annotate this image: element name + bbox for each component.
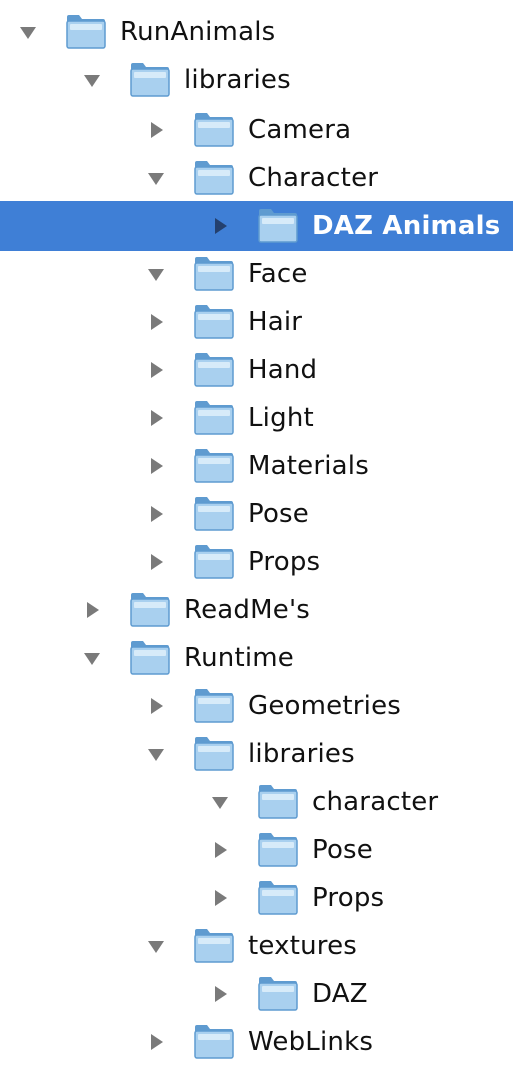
tree-row[interactable]: libraries (0, 730, 513, 778)
folder-icon (192, 446, 236, 486)
disclosure-triangle-down-icon[interactable] (144, 262, 168, 286)
tree-row[interactable]: RunAnimals (0, 8, 513, 56)
disclosure-triangle-down-icon[interactable] (144, 166, 168, 190)
disclosure-triangle-down-icon[interactable] (144, 742, 168, 766)
disclosure-triangle-right-icon[interactable] (208, 982, 232, 1006)
folder-icon (128, 638, 172, 678)
folder-label: Geometries (248, 691, 402, 721)
tree-row[interactable]: Runtime (0, 634, 513, 682)
folder-label: Props (312, 883, 385, 913)
folder-icon (256, 974, 300, 1014)
folder-label: Light (248, 403, 314, 433)
folder-label: textures (248, 931, 358, 961)
folder-icon (256, 878, 300, 918)
folder-label: DAZ (312, 979, 368, 1009)
tree-row[interactable]: Light (0, 394, 513, 442)
folder-icon (192, 398, 236, 438)
tree-row[interactable]: ReadMe's (0, 586, 513, 634)
folder-label: Materials (248, 451, 369, 481)
folder-label: Camera (248, 115, 352, 145)
folder-icon (192, 494, 236, 534)
disclosure-triangle-right-icon[interactable] (144, 550, 168, 574)
folder-label: Character (248, 163, 379, 193)
folder-icon (256, 782, 300, 822)
folder-icon (192, 542, 236, 582)
tree-row[interactable]: character (0, 778, 513, 826)
disclosure-triangle-right-icon[interactable] (208, 214, 232, 238)
folder-label: Hair (248, 307, 303, 337)
tree-row[interactable]: libraries (0, 56, 513, 104)
folder-icon (192, 302, 236, 342)
folder-tree: RunAnimals libraries Camera Character DAZ An… (0, 0, 513, 1059)
folder-icon (256, 830, 300, 870)
disclosure-triangle-down-icon[interactable] (80, 68, 104, 92)
folder-label: libraries (248, 739, 355, 769)
disclosure-triangle-down-icon[interactable] (16, 20, 40, 44)
folder-icon (192, 926, 236, 966)
folder-icon (192, 254, 236, 294)
tree-row[interactable]: Hand (0, 346, 513, 394)
tree-row[interactable]: Pose (0, 490, 513, 538)
folder-label: Face (248, 259, 308, 289)
tree-row[interactable]: textures (0, 922, 513, 970)
tree-row[interactable]: Props (0, 874, 513, 922)
folder-icon (192, 1022, 236, 1062)
folder-label: WebLinks (248, 1027, 374, 1057)
folder-icon (64, 12, 108, 52)
disclosure-triangle-right-icon[interactable] (144, 358, 168, 382)
tree-row[interactable]: Face (0, 250, 513, 298)
folder-icon (256, 206, 300, 246)
tree-row[interactable]: Geometries (0, 682, 513, 730)
folder-label: libraries (184, 65, 291, 95)
tree-row[interactable]: Camera (0, 106, 513, 154)
folder-label: DAZ Animals (312, 211, 501, 241)
folder-icon (128, 590, 172, 630)
folder-label: Runtime (184, 643, 294, 673)
folder-label: RunAnimals (120, 17, 276, 47)
tree-row[interactable]: Props (0, 538, 513, 586)
disclosure-triangle-right-icon[interactable] (80, 598, 104, 622)
folder-icon (192, 110, 236, 150)
folder-icon (192, 734, 236, 774)
disclosure-triangle-down-icon[interactable] (80, 646, 104, 670)
disclosure-triangle-right-icon[interactable] (144, 502, 168, 526)
folder-label: ReadMe's (184, 595, 311, 625)
tree-row[interactable]: Hair (0, 298, 513, 346)
folder-label: Props (248, 547, 321, 577)
disclosure-triangle-down-icon[interactable] (144, 934, 168, 958)
folder-label: Hand (248, 355, 318, 385)
folder-label: character (312, 787, 439, 817)
tree-row[interactable]: DAZ (0, 970, 513, 1018)
tree-row[interactable]: WebLinks (0, 1018, 513, 1066)
disclosure-triangle-right-icon[interactable] (144, 694, 168, 718)
folder-icon (192, 350, 236, 390)
tree-row[interactable]: Materials (0, 442, 513, 490)
folder-label: Pose (312, 835, 374, 865)
disclosure-triangle-right-icon[interactable] (144, 406, 168, 430)
disclosure-triangle-right-icon[interactable] (208, 886, 232, 910)
tree-row[interactable]: Pose (0, 826, 513, 874)
disclosure-triangle-right-icon[interactable] (144, 118, 168, 142)
folder-icon (192, 686, 236, 726)
disclosure-triangle-right-icon[interactable] (144, 454, 168, 478)
disclosure-triangle-right-icon[interactable] (208, 838, 232, 862)
folder-icon (192, 158, 236, 198)
disclosure-triangle-down-icon[interactable] (208, 790, 232, 814)
disclosure-triangle-right-icon[interactable] (144, 310, 168, 334)
folder-label: Pose (248, 499, 310, 529)
disclosure-triangle-right-icon[interactable] (144, 1030, 168, 1054)
folder-icon (128, 60, 172, 100)
tree-row[interactable]: Character (0, 154, 513, 202)
tree-row[interactable]: DAZ Animals (0, 201, 513, 251)
